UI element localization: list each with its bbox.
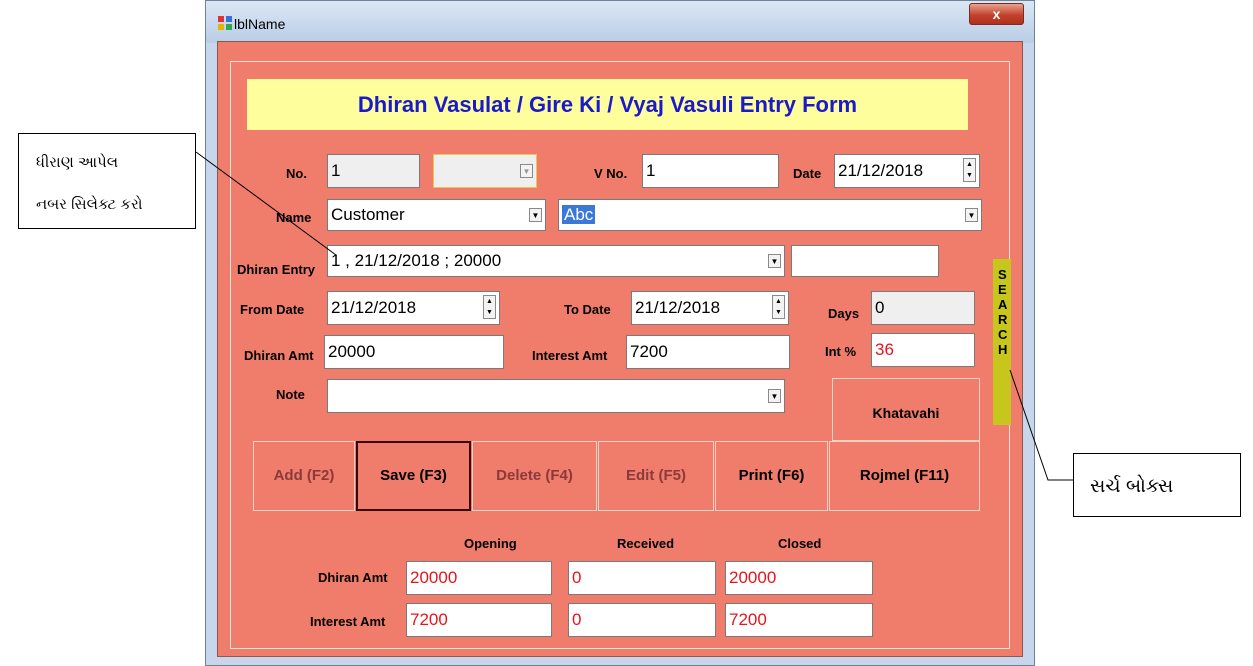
chevron-down-icon[interactable]: ▼ [529, 208, 542, 222]
callout-line-2: નબર સિલેક્ટ કરો [36, 196, 143, 213]
form-client-area: Dhiran Vasulat / Gire Ki / Vyaj Vasuli E… [217, 41, 1023, 657]
spin-updown-icon[interactable]: ▲ ▼ [963, 158, 976, 182]
add-button[interactable]: Add (F2) [253, 441, 355, 511]
name-combo[interactable]: Abc ▼ [558, 199, 982, 231]
no-field[interactable]: 1 [327, 154, 420, 188]
name-type-combo[interactable]: Customer ▼ [327, 199, 546, 231]
date-label: Date [793, 166, 822, 181]
callout-select-dhiran: ધીરાણ આપેલ નબર સિલેક્ટ કરો [18, 133, 196, 229]
delete-button[interactable]: Delete (F4) [472, 441, 597, 511]
from-date-label: From Date [240, 302, 305, 317]
chevron-down-icon[interactable]: ▼ [965, 208, 978, 222]
callout-search-text: સર્ચ બોક્સ [1090, 476, 1174, 497]
chevron-down-icon[interactable]: ▼ [768, 389, 781, 403]
name-label: Name [276, 210, 312, 225]
to-date-label: To Date [564, 302, 611, 317]
dhiran-entry-label: Dhiran Entry [237, 262, 316, 277]
add-button-label: Add (F2) [273, 467, 335, 484]
from-date-picker[interactable]: 21/12/2018 ▲ ▼ [327, 291, 500, 325]
summary-dhiran-received[interactable]: 0 [568, 561, 716, 595]
search-label: SEARCH [998, 267, 1008, 357]
summary-dhiran-opening[interactable]: 20000 [406, 561, 552, 595]
delete-button-label: Delete (F4) [496, 467, 573, 484]
no-label: No. [286, 166, 307, 181]
callout-search-box: સર્ચ બોક્સ [1073, 453, 1241, 517]
form-window: lblName x Dhiran Vasulat / Gire Ki / Vya… [205, 0, 1035, 666]
dhiran-entry-value: 1 , 21/12/2018 ; 20000 [331, 251, 502, 270]
days-label: Days [828, 306, 860, 321]
summary-interest-closed[interactable]: 7200 [725, 603, 873, 637]
form-title: Dhiran Vasulat / Gire Ki / Vyaj Vasuli E… [357, 92, 858, 117]
summary-header-opening: Opening [464, 536, 517, 551]
summary-interest-opening[interactable]: 7200 [406, 603, 552, 637]
note-label: Note [276, 387, 305, 402]
summary-dhiran-closed[interactable]: 20000 [725, 561, 873, 595]
summary-row-label-interest: Interest Amt [310, 614, 386, 629]
rojmel-button-label: Rojmel (F11) [859, 467, 950, 484]
note-combo[interactable]: ▼ [327, 379, 785, 413]
dhiran-amt-field[interactable]: 20000 [324, 335, 504, 369]
spin-updown-icon[interactable]: ▲ ▼ [483, 295, 496, 319]
summary-header-received: Received [617, 536, 675, 551]
title-bar: lblName x [206, 1, 1034, 43]
to-date-value: 21/12/2018 [635, 298, 721, 317]
print-button[interactable]: Print (F6) [715, 441, 828, 511]
interest-amt-field[interactable]: 7200 [626, 335, 790, 369]
int-pct-field[interactable]: 36 [871, 333, 975, 367]
print-button-label: Print (F6) [738, 467, 805, 484]
interest-amt-label: Interest Amt [532, 348, 608, 363]
callout-line-1: ધીરાણ આપેલ [36, 154, 119, 171]
summary-interest-received[interactable]: 0 [568, 603, 716, 637]
summary-row-label-dhiran: Dhiran Amt [318, 570, 388, 585]
chevron-down-icon[interactable]: ▼ [768, 254, 781, 268]
window-title: lblName [234, 16, 286, 32]
date-picker[interactable]: 21/12/2018 ▲ ▼ [834, 154, 980, 188]
name-type-value: Customer [331, 205, 405, 224]
app-icon [218, 16, 232, 30]
vno-label: V No. [594, 166, 628, 181]
search-box[interactable]: SEARCH [993, 259, 1011, 425]
date-value: 21/12/2018 [838, 161, 924, 180]
spin-updown-icon[interactable]: ▲ ▼ [772, 295, 785, 319]
khatavahi-button[interactable]: Khatavahi [832, 378, 980, 441]
vno-field[interactable]: 1 [642, 154, 779, 188]
dhiran-entry-extra-field[interactable] [791, 245, 939, 277]
close-button[interactable]: x [969, 3, 1024, 25]
from-date-value: 21/12/2018 [331, 298, 417, 317]
form-banner: Dhiran Vasulat / Gire Ki / Vyaj Vasuli E… [247, 79, 968, 130]
days-field[interactable]: 0 [871, 291, 975, 325]
khatavahi-label: Khatavahi [872, 405, 940, 421]
edit-button-label: Edit (F5) [626, 467, 686, 484]
dhiran-amt-label: Dhiran Amt [244, 348, 314, 363]
summary-header-closed: Closed [778, 536, 822, 551]
save-button-label: Save (F3) [380, 467, 447, 484]
to-date-picker[interactable]: 21/12/2018 ▲ ▼ [631, 291, 789, 325]
dhiran-entry-combo[interactable]: 1 , 21/12/2018 ; 20000 ▼ [327, 245, 785, 277]
rojmel-button[interactable]: Rojmel (F11) [829, 441, 980, 511]
no-combo[interactable]: ▼ [433, 154, 537, 188]
edit-button[interactable]: Edit (F5) [598, 441, 714, 511]
chevron-down-icon[interactable]: ▼ [520, 164, 533, 178]
int-pct-label: Int % [825, 344, 857, 359]
name-value: Abc [562, 205, 596, 224]
save-button[interactable]: Save (F3) [356, 441, 471, 511]
